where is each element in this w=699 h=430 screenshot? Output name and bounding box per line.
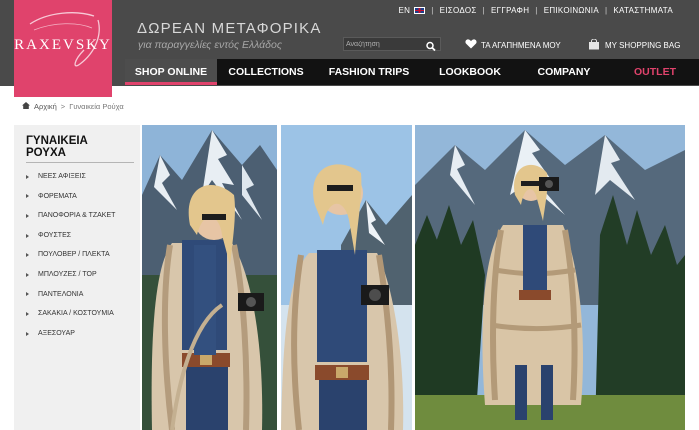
login-link[interactable]: ΕΙΣΟΔΟΣ xyxy=(434,6,483,15)
category-label: ΦΟΥΣΤΕΣ xyxy=(38,231,72,239)
caret-right-icon xyxy=(26,272,29,277)
shopping-bag-icon xyxy=(588,38,600,52)
breadcrumb-separator: > xyxy=(60,102,66,111)
nav-collections[interactable]: COLLECTIONS xyxy=(217,59,315,85)
logo-text: RAXEVSKY xyxy=(14,37,112,53)
category-label: ΠΑΝΟΦΟΡΙΑ & ΤΖΑΚΕΤ xyxy=(38,212,116,220)
sidebar-title-line1: ΓΥΝΑΙΚΕΙΑ xyxy=(26,135,88,147)
hero-photo-2[interactable] xyxy=(281,125,412,430)
heart-icon xyxy=(465,39,477,51)
contact-link[interactable]: ΕΠΙΚΟΙΝΩΝΙΑ xyxy=(538,6,605,15)
hero-photo-3[interactable] xyxy=(415,125,685,430)
caret-right-icon xyxy=(26,292,29,297)
category-new-arrivals[interactable]: ΝΕΕΣ ΑΦΙΞΕΙΣ xyxy=(26,167,115,187)
favorites-label: ΤΑ ΑΓΑΠΗΜΕΝΑ ΜΟΥ xyxy=(481,40,561,50)
shopping-bag-link[interactable]: MY SHOPPING BAG xyxy=(588,38,681,52)
uk-flag-icon xyxy=(414,7,426,15)
category-label: ΜΠΛΟΥΖΕΣ / TOP xyxy=(38,270,97,278)
caret-right-icon xyxy=(26,253,29,258)
home-icon[interactable] xyxy=(22,102,30,111)
stores-link[interactable]: ΚΑΤΑΣΤΗΜΑΤΑ xyxy=(607,6,679,15)
category-trousers[interactable]: ΠΑΝΤΕΛΟΝΙΑ xyxy=(26,285,115,305)
search-input[interactable] xyxy=(346,39,420,50)
caret-right-icon xyxy=(26,311,29,316)
nav-outlet[interactable]: OUTLET xyxy=(611,59,699,85)
breadcrumb-home[interactable]: Αρχική xyxy=(34,102,57,111)
category-suits[interactable]: ΣΑΚΑΚΙΑ / ΚΟΣΤΟΥΜΙΑ xyxy=(26,304,115,324)
top-links: EN | ΕΙΣΟΔΟΣ | ΕΓΓΡΑΦΗ | ΕΠΙΚΟΙΝΩΝΙΑ | Κ… xyxy=(393,6,679,15)
free-shipping-subtitle: για παραγγελίες εντός Ελλάδος xyxy=(138,39,282,51)
category-label: ΦΟΡΕΜΑΤΑ xyxy=(38,192,77,200)
nav-company[interactable]: COMPANY xyxy=(517,59,611,85)
model-photo-3-icon xyxy=(415,125,685,430)
main-nav: SHOP ONLINE COLLECTIONS FASHION TRIPS LO… xyxy=(125,59,699,85)
category-dresses[interactable]: ΦΟΡΕΜΑΤΑ xyxy=(26,187,115,207)
category-tops[interactable]: ΜΠΛΟΥΖΕΣ / TOP xyxy=(26,265,115,285)
caret-right-icon xyxy=(26,233,29,238)
search-icon[interactable] xyxy=(425,39,437,52)
category-skirts[interactable]: ΦΟΥΣΤΕΣ xyxy=(26,226,115,246)
model-photo-1-icon xyxy=(142,125,277,430)
caret-right-icon xyxy=(26,194,29,199)
category-sidebar: ΓΥΝΑΙΚΕΙΑ ΡΟΥΧΑ ΝΕΕΣ ΑΦΙΞΕΙΣ ΦΟΡΕΜΑΤΑ ΠΑ… xyxy=(14,125,140,430)
caret-right-icon xyxy=(26,174,29,179)
caret-right-icon xyxy=(26,213,29,218)
model-photo-2-icon xyxy=(281,125,412,430)
category-label: ΠΟΥΛΟΒΕΡ / ΠΛΕΚΤΑ xyxy=(38,251,110,259)
category-knitwear[interactable]: ΠΟΥΛΟΒΕΡ / ΠΛΕΚΤΑ xyxy=(26,245,115,265)
category-list: ΝΕΕΣ ΑΦΙΞΕΙΣ ΦΟΡΕΜΑΤΑ ΠΑΝΟΦΟΡΙΑ & ΤΖΑΚΕΤ… xyxy=(26,167,115,343)
free-shipping-title: ΔΩΡΕΑΝ ΜΕΤΑΦΟΡΙΚΑ xyxy=(137,20,322,37)
breadcrumb: Αρχική > Γυναικεία Ρούχα xyxy=(22,102,124,111)
sidebar-divider xyxy=(26,162,134,163)
sidebar-title: ΓΥΝΑΙΚΕΙΑ ΡΟΥΧΑ xyxy=(26,135,88,159)
category-label: ΣΑΚΑΚΙΑ / ΚΟΣΤΟΥΜΙΑ xyxy=(38,310,114,318)
nav-fashion-trips[interactable]: FASHION TRIPS xyxy=(315,59,423,85)
hero-photo-1[interactable] xyxy=(142,125,277,430)
caret-right-icon xyxy=(26,331,29,336)
nav-lookbook[interactable]: LOOKBOOK xyxy=(423,59,517,85)
breadcrumb-current: Γυναικεία Ρούχα xyxy=(69,102,124,111)
category-label: ΑΞΕΣΟΥΑΡ xyxy=(38,329,75,337)
category-label: ΠΑΝΤΕΛΟΝΙΑ xyxy=(38,290,84,298)
register-link[interactable]: ΕΓΓΡΑΦΗ xyxy=(485,6,535,15)
nav-shop-online[interactable]: SHOP ONLINE xyxy=(125,59,217,85)
sidebar-title-line2: ΡΟΥΧΑ xyxy=(26,147,66,159)
search-box xyxy=(343,37,441,52)
favorites-link[interactable]: ΤΑ ΑΓΑΠΗΜΕΝΑ ΜΟΥ xyxy=(465,39,561,51)
shopping-bag-label: MY SHOPPING BAG xyxy=(605,41,681,50)
category-coats-jackets[interactable]: ΠΑΝΟΦΟΡΙΑ & ΤΖΑΚΕΤ xyxy=(26,206,115,226)
brand-logo[interactable]: RAXEVSKY xyxy=(14,0,112,97)
category-label: ΝΕΕΣ ΑΦΙΞΕΙΣ xyxy=(38,173,86,180)
language-link[interactable]: EN xyxy=(393,6,432,15)
category-accessories[interactable]: ΑΞΕΣΟΥΑΡ xyxy=(26,324,115,344)
